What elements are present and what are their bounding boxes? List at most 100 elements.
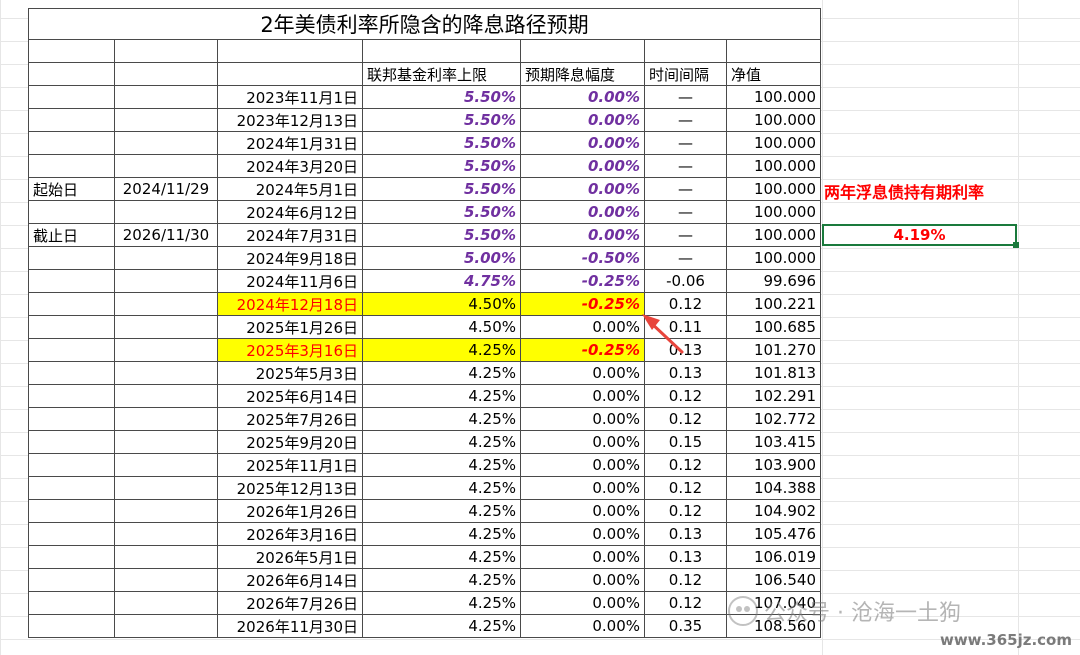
cell[interactable] xyxy=(28,292,115,316)
cell[interactable] xyxy=(114,246,218,270)
interval-cell[interactable]: 0.13 xyxy=(644,545,727,569)
nav-cell[interactable]: 100.221 xyxy=(726,292,821,316)
date-cell[interactable]: 2025年11月1日 xyxy=(217,453,363,477)
cut-cell[interactable]: 0.00% xyxy=(520,361,645,385)
rate-cell[interactable]: 4.25% xyxy=(362,568,521,592)
cell[interactable] xyxy=(114,108,218,132)
rate-cell[interactable]: 4.25% xyxy=(362,522,521,546)
cell[interactable] xyxy=(28,430,115,454)
cell[interactable] xyxy=(217,39,363,63)
cut-cell[interactable]: 0.00% xyxy=(520,591,645,615)
interval-cell[interactable]: 0.12 xyxy=(644,453,727,477)
cell[interactable] xyxy=(28,200,115,224)
cell[interactable] xyxy=(114,522,218,546)
cell[interactable] xyxy=(28,384,115,408)
rate-cell[interactable]: 4.25% xyxy=(362,591,521,615)
cut-cell[interactable]: 0.00% xyxy=(520,476,645,500)
cell[interactable] xyxy=(114,430,218,454)
cell[interactable] xyxy=(114,614,218,638)
header-expected-cut[interactable]: 预期降息幅度 xyxy=(520,62,645,86)
date-cell[interactable]: 2025年5月3日 xyxy=(217,361,363,385)
rate-cell[interactable]: 5.50% xyxy=(362,177,521,201)
interval-cell[interactable]: 0.13 xyxy=(644,522,727,546)
cut-cell[interactable]: -0.50% xyxy=(520,246,645,270)
cell[interactable] xyxy=(114,292,218,316)
date-cell[interactable]: 2026年5月1日 xyxy=(217,545,363,569)
rate-cell[interactable]: 4.50% xyxy=(362,315,521,339)
interval-cell[interactable]: 0.12 xyxy=(644,407,727,431)
cut-cell[interactable]: 0.00% xyxy=(520,200,645,224)
date-cell[interactable]: 2024年1月31日 xyxy=(217,131,363,155)
date-cell[interactable]: 2024年11月6日 xyxy=(217,269,363,293)
cell[interactable] xyxy=(114,39,218,63)
date-cell[interactable]: 2026年7月26日 xyxy=(217,591,363,615)
header-nav[interactable]: 净值 xyxy=(726,62,821,86)
cell[interactable] xyxy=(644,39,727,63)
interval-cell[interactable]: — xyxy=(644,131,727,155)
cell[interactable] xyxy=(28,85,115,109)
interval-cell[interactable]: — xyxy=(644,246,727,270)
cell[interactable] xyxy=(28,453,115,477)
nav-cell[interactable]: 104.902 xyxy=(726,499,821,523)
cell[interactable] xyxy=(28,545,115,569)
cell[interactable] xyxy=(28,108,115,132)
start-date[interactable]: 2024/11/29 xyxy=(114,177,218,201)
cell[interactable] xyxy=(726,39,821,63)
nav-cell[interactable]: 105.476 xyxy=(726,522,821,546)
nav-cell[interactable]: 101.813 xyxy=(726,361,821,385)
nav-cell[interactable]: 102.772 xyxy=(726,407,821,431)
date-cell[interactable]: 2026年1月26日 xyxy=(217,499,363,523)
floating-rate-label[interactable]: 两年浮息债持有期利率 xyxy=(824,179,984,203)
cut-cell[interactable]: -0.25% xyxy=(520,338,645,362)
date-cell[interactable]: 2023年12月13日 xyxy=(217,108,363,132)
nav-cell[interactable]: 102.291 xyxy=(726,384,821,408)
nav-cell[interactable]: 106.540 xyxy=(726,568,821,592)
rate-cell[interactable]: 4.25% xyxy=(362,384,521,408)
cut-cell[interactable]: 0.00% xyxy=(520,545,645,569)
rate-cell[interactable]: 4.25% xyxy=(362,430,521,454)
rate-cell[interactable]: 4.25% xyxy=(362,614,521,638)
cell[interactable] xyxy=(114,338,218,362)
cut-cell[interactable]: -0.25% xyxy=(520,269,645,293)
interval-cell[interactable]: 0.12 xyxy=(644,384,727,408)
rate-cell[interactable]: 5.50% xyxy=(362,200,521,224)
rate-cell[interactable]: 5.00% xyxy=(362,246,521,270)
interval-cell[interactable]: — xyxy=(644,154,727,178)
cut-cell[interactable]: 0.00% xyxy=(520,568,645,592)
cut-cell[interactable]: 0.00% xyxy=(520,407,645,431)
date-cell[interactable]: 2025年7月26日 xyxy=(217,407,363,431)
interval-cell[interactable]: 0.12 xyxy=(644,568,727,592)
cut-cell[interactable]: 0.00% xyxy=(520,614,645,638)
cut-cell[interactable]: 0.00% xyxy=(520,108,645,132)
cell[interactable] xyxy=(114,407,218,431)
cell[interactable] xyxy=(28,361,115,385)
rate-cell[interactable]: 4.50% xyxy=(362,292,521,316)
nav-cell[interactable]: 103.900 xyxy=(726,453,821,477)
rate-cell[interactable]: 4.25% xyxy=(362,338,521,362)
floating-rate-value-cell[interactable]: 4.19% xyxy=(822,224,1017,246)
cut-cell[interactable]: 0.00% xyxy=(520,85,645,109)
cell[interactable] xyxy=(114,361,218,385)
cell[interactable] xyxy=(28,338,115,362)
end-label[interactable]: 截止日 xyxy=(28,223,115,247)
date-cell[interactable]: 2024年5月1日 xyxy=(217,177,363,201)
cell[interactable] xyxy=(28,614,115,638)
date-cell[interactable]: 2024年7月31日 xyxy=(217,223,363,247)
cell[interactable] xyxy=(28,522,115,546)
rate-cell[interactable]: 4.25% xyxy=(362,476,521,500)
interval-cell[interactable]: — xyxy=(644,223,727,247)
cell[interactable] xyxy=(114,269,218,293)
cell[interactable] xyxy=(114,62,218,86)
interval-cell[interactable]: — xyxy=(644,85,727,109)
nav-cell[interactable]: 100.000 xyxy=(726,154,821,178)
cell[interactable] xyxy=(28,407,115,431)
interval-cell[interactable]: — xyxy=(644,200,727,224)
cell[interactable] xyxy=(114,315,218,339)
cell[interactable] xyxy=(28,39,115,63)
cell[interactable] xyxy=(28,499,115,523)
cell[interactable] xyxy=(28,315,115,339)
interval-cell[interactable]: 0.12 xyxy=(644,591,727,615)
cell[interactable] xyxy=(114,131,218,155)
cell[interactable] xyxy=(28,476,115,500)
date-cell[interactable]: 2024年9月18日 xyxy=(217,246,363,270)
